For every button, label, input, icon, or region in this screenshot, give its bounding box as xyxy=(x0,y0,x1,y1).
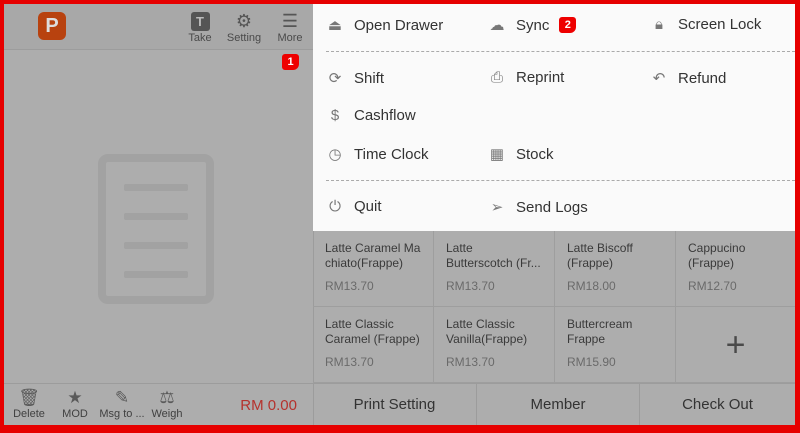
setting-label: Setting xyxy=(226,32,262,44)
menu-label: Sync xyxy=(516,16,550,34)
menu-label: Open Drawer xyxy=(354,16,444,34)
mod-label: MOD xyxy=(62,408,88,420)
star-icon: ★ xyxy=(67,388,83,407)
menu-refund[interactable]: ↶ Refund xyxy=(649,69,727,88)
menu-divider xyxy=(326,180,795,181)
product-tile[interactable]: Latte Biscoff (Frappe) RM18.00 xyxy=(555,231,676,307)
product-tile[interactable]: Latte Butterscotch (Fr... RM13.70 xyxy=(434,231,555,307)
trash-icon: 🗑 xyxy=(18,388,40,407)
mod-button[interactable]: ★ MOD xyxy=(52,388,98,420)
product-price: RM13.70 xyxy=(325,279,374,293)
clock-icon: ◷ xyxy=(328,146,342,163)
product-grid: Latte Caramel Ma chiato(Frappe) RM13.70 L… xyxy=(313,231,795,383)
product-tile[interactable]: Buttercream Frappe RM15.90 xyxy=(555,307,676,383)
product-tile[interactable]: Latte Classic Vanilla(Frappe) RM13.70 xyxy=(434,307,555,383)
product-price: RM13.70 xyxy=(325,355,374,369)
menu-label: Time Clock xyxy=(354,145,429,163)
sync-badge: 2 xyxy=(559,17,577,33)
product-name: Latte Caramel Ma chiato(Frappe) xyxy=(325,241,421,270)
menu-time-clock[interactable]: ◷ Time Clock xyxy=(325,145,429,164)
power-icon: ⏻ xyxy=(329,198,341,215)
msg-button[interactable]: ✎ Msg to ... xyxy=(97,388,147,420)
product-price: RM13.70 xyxy=(446,279,495,293)
right-footer: Print Setting Member Check Out xyxy=(313,383,795,425)
add-product-button[interactable]: + xyxy=(676,307,795,383)
product-tile[interactable]: Latte Caramel Ma chiato(Frappe) RM13.70 xyxy=(313,231,434,307)
cash-icon: $ xyxy=(330,107,340,124)
print-setting-button[interactable]: Print Setting xyxy=(313,384,477,425)
menu-label: Send Logs xyxy=(516,198,588,216)
menu-label: Quit xyxy=(354,198,382,215)
menu-label: Stock xyxy=(516,145,554,163)
order-total: RM 0.00 xyxy=(240,397,297,414)
menu-reprint[interactable]: ⎙ Reprint xyxy=(487,69,564,86)
take-icon: T xyxy=(178,10,222,32)
more-badge: 1 xyxy=(282,54,299,70)
menu-label: Reprint xyxy=(516,69,565,86)
drawer-icon: ⏏ xyxy=(327,17,343,34)
product-name: Latte Butterscotch (Fr... xyxy=(446,241,541,270)
menu-label: Cashflow xyxy=(354,107,416,124)
product-tile[interactable]: Latte Classic Caramel (Frappe) RM13.70 xyxy=(313,307,434,383)
menu-send-logs[interactable]: ➢ Send Logs xyxy=(487,198,588,217)
lock-icon: 🔒︎ xyxy=(655,16,663,33)
product-price: RM18.00 xyxy=(567,279,616,293)
product-name: Latte Biscoff (Frappe) xyxy=(567,241,633,270)
menu-label: Screen Lock xyxy=(678,16,762,33)
menu-sync[interactable]: ☁ Sync 2 xyxy=(487,16,577,34)
left-footer: 🗑 Delete ★ MOD ✎ Msg to ... ⚖ Weigh RM 0.00 xyxy=(4,383,313,425)
more-button[interactable]: ☰ More xyxy=(268,10,312,45)
product-name: Latte Classic Caramel (Frappe) xyxy=(325,317,420,346)
pencil-icon: ✎ xyxy=(114,388,130,407)
stock-cart-icon: ▦ xyxy=(489,146,505,163)
menu-label: Refund xyxy=(678,69,727,87)
weigh-label: Weigh xyxy=(151,408,183,420)
more-label: More xyxy=(277,32,303,44)
product-name: Latte Classic Vanilla(Frappe) xyxy=(446,317,528,346)
refresh-icon: ⟳ xyxy=(328,70,342,87)
product-name: Cappucino (Frappe) xyxy=(688,241,746,270)
menu-screen-lock[interactable]: 🔒︎ Screen Lock xyxy=(649,16,761,33)
menu-stock[interactable]: ▦ Stock xyxy=(487,145,554,164)
menu-label: Shift xyxy=(354,69,385,87)
take-label: Take xyxy=(188,32,212,44)
weigh-button[interactable]: ⚖ Weigh xyxy=(144,388,190,420)
delete-label: Delete xyxy=(13,408,45,420)
left-header: P T Take ⚙ Setting ☰ More xyxy=(4,4,313,50)
product-tile[interactable]: Cappucino (Frappe) RM12.70 xyxy=(676,231,795,307)
scale-icon: ⚖ xyxy=(159,388,175,407)
printer-icon: ⎙ xyxy=(490,69,503,86)
member-button[interactable]: Member xyxy=(477,384,640,425)
send-icon: ➢ xyxy=(490,199,504,216)
menu-divider xyxy=(326,51,795,52)
product-price: RM12.70 xyxy=(688,279,737,293)
take-button[interactable]: T Take xyxy=(178,10,222,44)
setting-button[interactable]: ⚙ Setting xyxy=(222,10,266,45)
menu-cashflow[interactable]: $ Cashflow xyxy=(325,107,416,124)
product-price: RM15.90 xyxy=(567,355,616,369)
empty-order-icon xyxy=(98,154,214,304)
menu-shift[interactable]: ⟳ Shift xyxy=(325,69,385,88)
menu-open-drawer[interactable]: ⏏ Open Drawer xyxy=(325,16,444,35)
pos-app: P T Take ⚙ Setting ☰ More 1 🗑 Delete ★ MOD ✎ M… xyxy=(4,4,795,425)
checkout-button[interactable]: Check Out xyxy=(640,384,795,425)
undo-icon: ↶ xyxy=(652,70,666,87)
delete-button[interactable]: 🗑 Delete xyxy=(6,388,52,420)
gear-icon: ⚙ xyxy=(235,10,253,31)
cloud-icon: ☁ xyxy=(489,17,505,34)
msg-label: Msg to ... xyxy=(99,408,145,420)
more-menu: ⏏ Open Drawer ☁ Sync 2 🔒︎ Screen Lock ⟳ Shift… xyxy=(313,4,795,231)
product-name: Buttercream Frappe xyxy=(567,317,633,346)
product-price: RM13.70 xyxy=(446,355,495,369)
list-icon: ☰ xyxy=(281,10,299,31)
app-logo: P xyxy=(38,12,66,40)
menu-quit[interactable]: ⏻ Quit xyxy=(325,198,382,215)
